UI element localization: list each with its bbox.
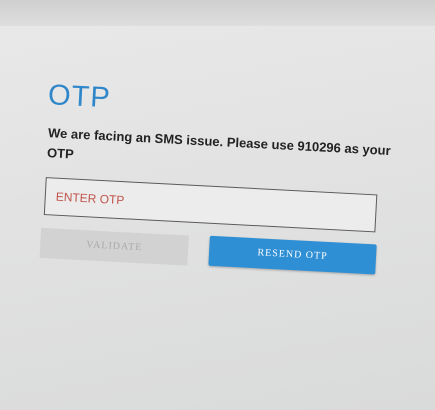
resend-otp-button[interactable]: RESEND OTP <box>208 235 377 275</box>
validate-button[interactable]: VALIDATE <box>39 227 189 266</box>
page: OTP We are facing an SMS issue. Please u… <box>0 0 435 410</box>
otp-input[interactable] <box>43 177 378 233</box>
otp-card: OTP We are facing an SMS issue. Please u… <box>11 58 427 398</box>
otp-message: We are facing an SMS issue. Please use 9… <box>46 125 392 162</box>
page-title: OTP <box>47 79 112 115</box>
top-strip <box>0 0 435 26</box>
